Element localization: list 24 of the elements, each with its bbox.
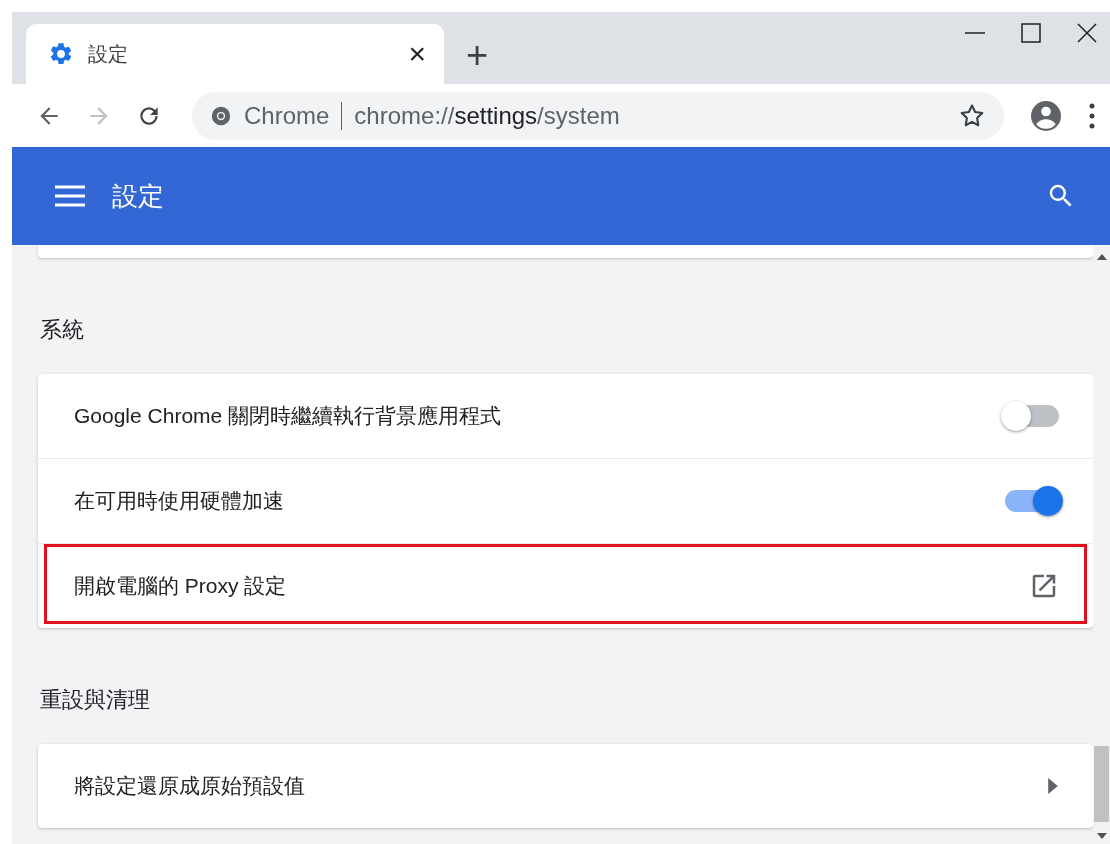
url-text: chrome://settings/system [354,101,621,130]
tab-title: 設定 [88,41,129,67]
browser-tab[interactable]: 設定 × [26,24,444,84]
settings-icon [48,41,74,67]
setting-label: Google Chrome 關閉時繼續執行背景應用程式 [74,403,503,429]
menu-icon[interactable] [54,184,86,208]
setting-label: 開啟電腦的 Proxy 設定 [74,573,288,599]
scroll-down-icon[interactable] [1096,832,1107,840]
section-title: 系統 [39,316,85,344]
maximize-icon[interactable] [1020,22,1042,44]
address-bar[interactable]: Chrome chrome://settings/system [192,91,1004,140]
setting-label: 將設定還原成原始預設值 [74,773,306,799]
arrow-right-icon[interactable] [1047,778,1059,794]
close-icon[interactable] [1076,22,1098,44]
site-name: Chrome [244,101,330,130]
menu-dots-icon[interactable] [1088,102,1096,129]
scroll-up-icon[interactable] [1096,253,1107,261]
setting-label: 在可用時使用硬體加速 [74,488,285,514]
scrollbar-thumb[interactable] [1094,746,1109,822]
chrome-icon [210,104,232,127]
section-title: 重設與清理 [39,686,151,714]
close-tab-button[interactable]: × [408,39,426,69]
page-title: 設定 [112,179,165,213]
new-tab-button[interactable]: + [466,36,489,74]
